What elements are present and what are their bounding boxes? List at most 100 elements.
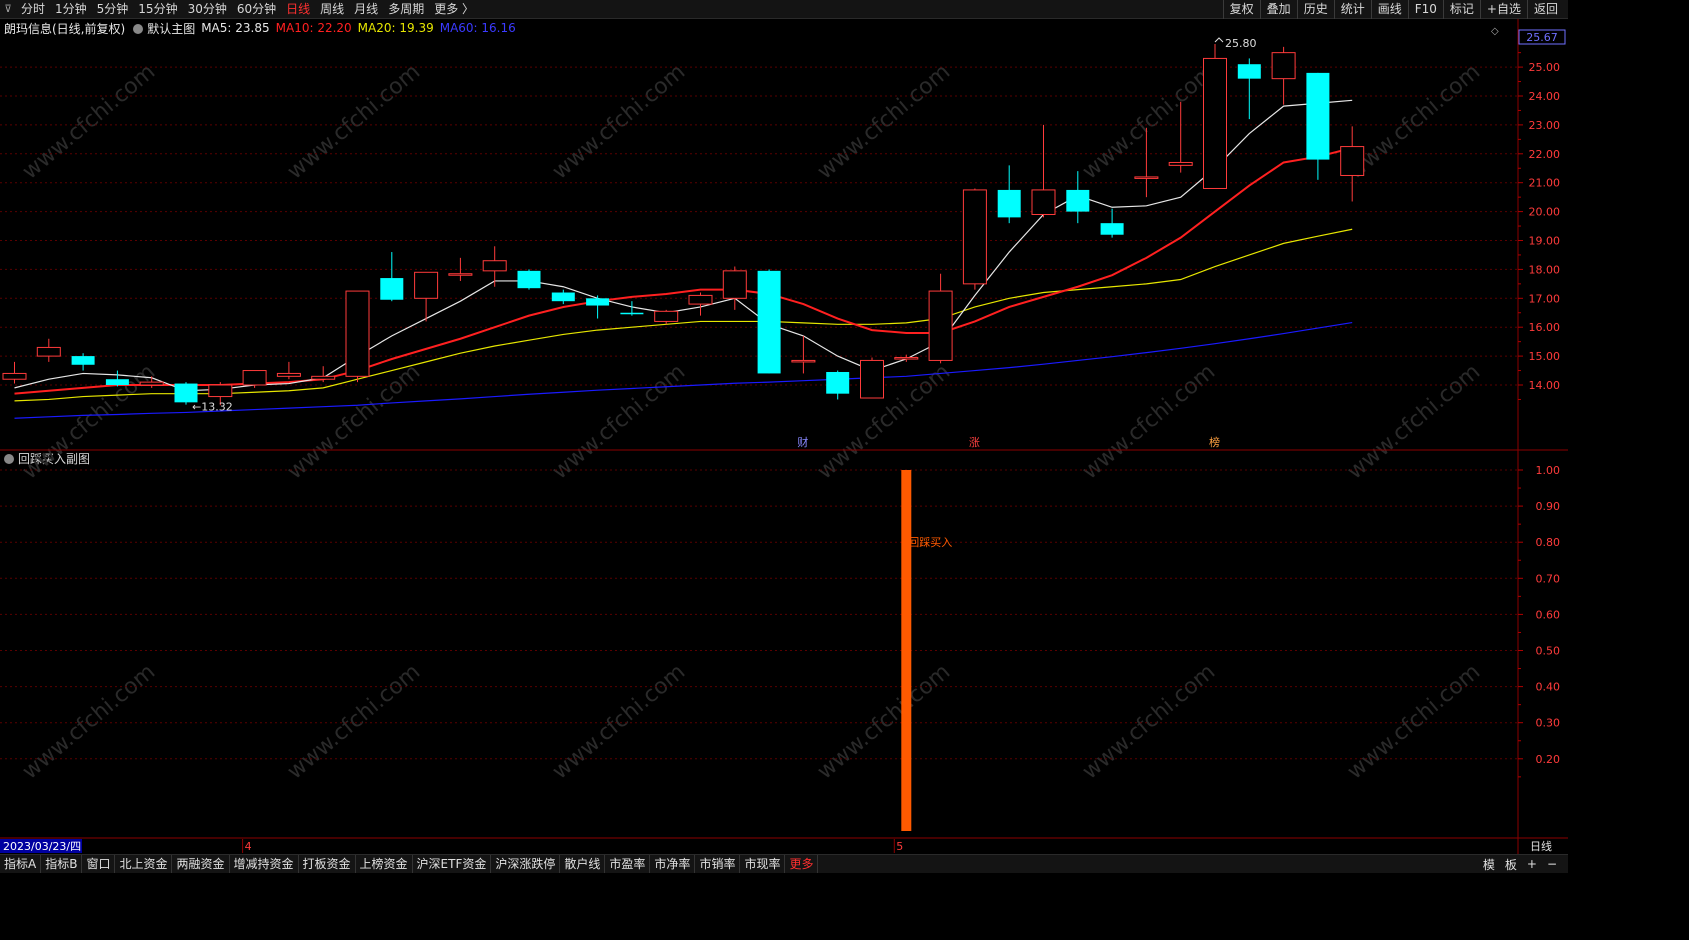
indicator-tab[interactable]: 市现率 xyxy=(740,855,786,873)
price-tick-label: 19.00 xyxy=(1529,235,1561,248)
candle xyxy=(962,188,987,290)
high-price-label: 25.80 xyxy=(1225,37,1257,50)
tool-button[interactable]: F10 xyxy=(1407,0,1443,19)
indicator-tab[interactable]: 打板资金 xyxy=(299,855,356,873)
tool-button[interactable]: 历史 xyxy=(1296,0,1334,19)
candle xyxy=(860,357,884,399)
tool-button[interactable]: 画线 xyxy=(1370,0,1408,19)
sub-tick-label: 0.30 xyxy=(1536,717,1561,730)
bottom-control-button[interactable]: 模 xyxy=(1478,856,1500,873)
candle-body-down xyxy=(586,298,610,306)
indicator-tab[interactable]: 增减持资金 xyxy=(230,855,299,873)
subchart-settings-icon[interactable] xyxy=(4,454,14,464)
candle xyxy=(620,301,644,316)
period-tab[interactable]: 分时 xyxy=(16,0,50,19)
price-tick-label: 18.00 xyxy=(1529,263,1561,276)
candle-body-up xyxy=(1134,176,1159,179)
candle xyxy=(791,335,816,374)
candle xyxy=(1031,124,1056,218)
ma60-value: MA60: 16.16 xyxy=(439,21,516,35)
indicator-tab[interactable]: 北上资金 xyxy=(115,855,173,873)
candle-body-up xyxy=(1203,57,1227,189)
candlesticks xyxy=(2,43,1365,406)
period-toolbar: ⊽ 分时 1分钟 5分钟 15分钟 30分钟 60分钟 日线 周线 月线 多周期 更多 〉 复权 叠加… xyxy=(0,0,1568,19)
period-tab[interactable]: 多周期 xyxy=(383,0,429,19)
indicator-tab[interactable]: 市盈率 xyxy=(605,855,651,873)
candle xyxy=(311,366,336,383)
watermark-text: www.cfchi.com xyxy=(18,659,160,784)
period-tab[interactable]: 5分钟 xyxy=(92,0,134,19)
indicator-tab[interactable]: 沪深涨跌停 xyxy=(491,855,561,873)
candle xyxy=(1203,43,1227,189)
candle-body-up xyxy=(722,270,747,299)
price-tick-label: 21.00 xyxy=(1529,177,1561,190)
watermark-text: www.cfchi.com xyxy=(548,659,690,784)
candle xyxy=(105,370,129,387)
candle-body-down xyxy=(1237,64,1261,79)
candle xyxy=(928,273,953,364)
period-tabs: ⊽ 分时 1分钟 5分钟 15分钟 30分钟 60分钟 日线 周线 月线 多周期 更多 〉 xyxy=(0,0,479,19)
candle-body-up xyxy=(1168,161,1193,166)
price-tick-label: 25.00 xyxy=(1529,61,1561,74)
period-tab[interactable]: 月线 xyxy=(349,0,383,19)
indicator-tab[interactable]: 指标A xyxy=(0,855,42,873)
ma60-line xyxy=(14,321,1353,419)
main-chart-label[interactable]: 默认主图 xyxy=(147,20,195,37)
bottom-control-button[interactable]: − xyxy=(1542,857,1562,871)
tool-button[interactable]: +自选 xyxy=(1479,0,1527,19)
candle xyxy=(1237,58,1261,120)
indicator-tab[interactable]: 上榜资金 xyxy=(356,855,413,873)
indicator-tab[interactable]: 散户线 xyxy=(560,855,606,873)
ma5-line xyxy=(14,99,1353,392)
bottom-control-button[interactable]: 板 xyxy=(1500,856,1522,873)
tool-button[interactable]: 叠加 xyxy=(1259,0,1297,19)
candle xyxy=(1340,126,1365,202)
ma10-line xyxy=(14,147,1353,395)
low-price-label: ←13.32 xyxy=(192,401,233,414)
price-tick-label: 15.00 xyxy=(1529,350,1561,363)
period-tab[interactable]: 日线 xyxy=(281,0,315,19)
watermark-text: www.cfchi.com xyxy=(1078,359,1220,484)
indicator-tab[interactable]: 市销率 xyxy=(695,855,741,873)
bottom-control-button[interactable]: + xyxy=(1522,857,1542,871)
chart-frame xyxy=(0,19,1568,854)
candle-body-up xyxy=(928,290,953,361)
indicator-tab[interactable]: 指标B xyxy=(41,855,83,873)
indicator-tab[interactable]: 两融资金 xyxy=(172,855,230,873)
candle-body-up xyxy=(654,310,679,322)
period-tab[interactable]: 更多 〉 xyxy=(429,0,479,19)
indicator-tab[interactable]: 市净率 xyxy=(650,855,696,873)
period-tab[interactable]: 15分钟 xyxy=(133,0,182,19)
tool-button[interactable]: 复权 xyxy=(1222,0,1260,19)
candle xyxy=(1100,208,1124,238)
watermark-text: www.cfchi.com xyxy=(18,59,160,184)
candle xyxy=(826,370,850,400)
watermark-text: www.cfchi.com xyxy=(548,59,690,184)
date-label: 2023/03/23/四 xyxy=(3,840,81,853)
candle-body-down xyxy=(826,371,850,394)
indicator-tab[interactable]: 窗口 xyxy=(82,855,116,873)
date-label-box xyxy=(0,839,82,853)
candle xyxy=(1134,127,1159,198)
candle xyxy=(276,361,301,380)
candle-body-down xyxy=(1100,223,1124,235)
indicator-tab[interactable]: 沪深ETF资金 xyxy=(413,855,492,873)
window-menu-icon[interactable]: ⊽ xyxy=(0,0,16,19)
subchart-title[interactable]: 回踩买入副图 xyxy=(18,450,90,467)
stock-chart: www.cfchi.com www.cfchi.com www.cfchi.com w… xyxy=(0,19,1568,854)
period-tab[interactable]: 60分钟 xyxy=(232,0,281,19)
month-label: 5 xyxy=(896,840,903,853)
sub-tick-label: 0.90 xyxy=(1536,500,1561,513)
period-tab[interactable]: 30分钟 xyxy=(183,0,232,19)
chart-settings-icon[interactable] xyxy=(133,24,144,34)
tool-button[interactable]: 标记 xyxy=(1442,0,1480,19)
tool-button[interactable]: 统计 xyxy=(1333,0,1371,19)
watermark-text: www.cfchi.com xyxy=(283,359,425,484)
tool-button[interactable]: 返回 xyxy=(1526,0,1564,19)
period-tab[interactable]: 1分钟 xyxy=(50,0,92,19)
period-tab[interactable]: 周线 xyxy=(315,0,349,19)
candle-body-up xyxy=(2,372,27,380)
indicator-tab[interactable]: 更多 xyxy=(785,855,819,873)
watermark-text: www.cfchi.com xyxy=(283,659,425,784)
candle-body-up xyxy=(860,359,884,399)
